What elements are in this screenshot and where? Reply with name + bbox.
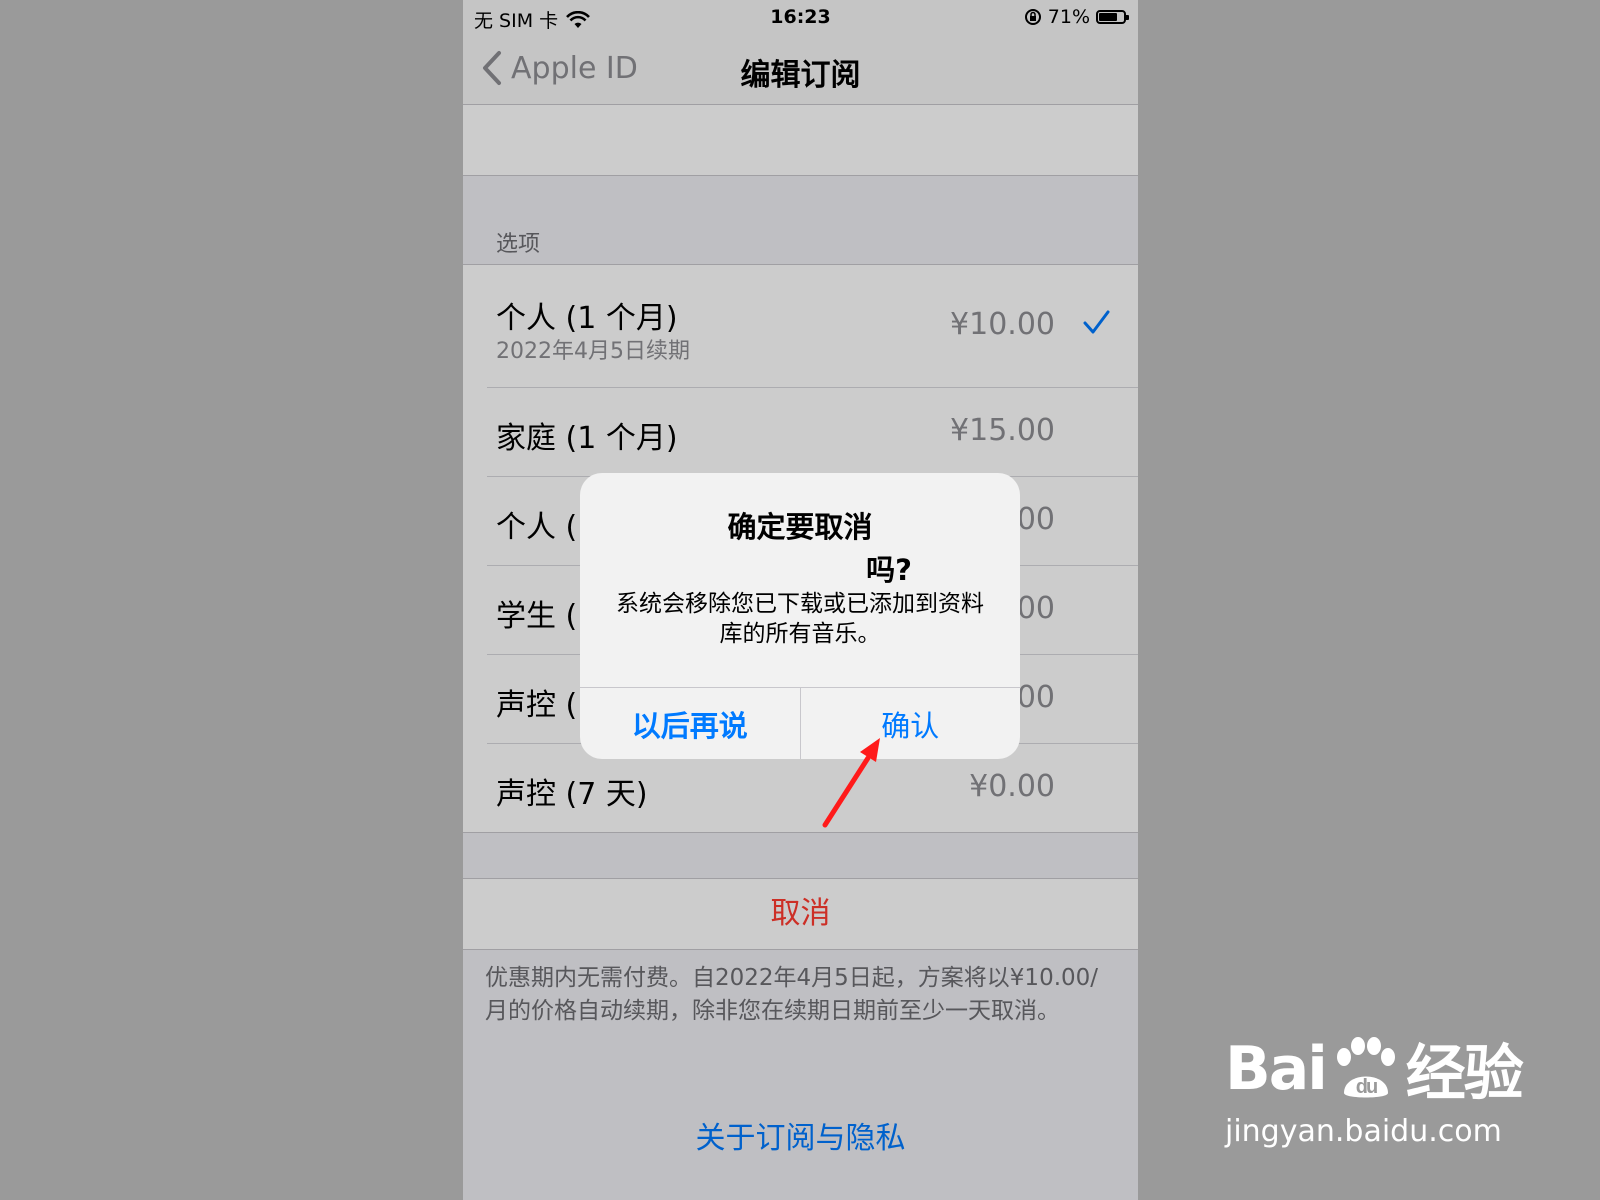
watermark-logo-right: 经验 (1405, 1039, 1524, 1109)
baidu-jingyan-watermark: Bai du 经验 jingyan.baidu.com (1225, 1025, 1525, 1150)
alert-button-row: 以后再说 确认 (580, 687, 1020, 759)
watermark-logo-left: Bai (1225, 1033, 1328, 1104)
later-button[interactable]: 以后再说 (580, 688, 800, 759)
alert-title-suffix: 吗? (866, 553, 912, 587)
alert-title: 确定要取消 (727, 510, 873, 544)
svg-text:du: du (1356, 1076, 1377, 1098)
watermark-url: jingyan.baidu.com (1225, 1114, 1502, 1149)
paw-icon: du (1336, 1036, 1395, 1098)
annotation-arrow-icon (822, 738, 880, 828)
watermark-logo: Bai du 经验 (1225, 1025, 1525, 1112)
confirm-alert: 确定要取消 吗? 系统会移除您已下载或已添加到资料库的所有音乐。 以后再说 确认 (580, 473, 1020, 759)
alert-message: 系统会移除您已下载或已添加到资料库的所有音乐。 (616, 591, 984, 647)
